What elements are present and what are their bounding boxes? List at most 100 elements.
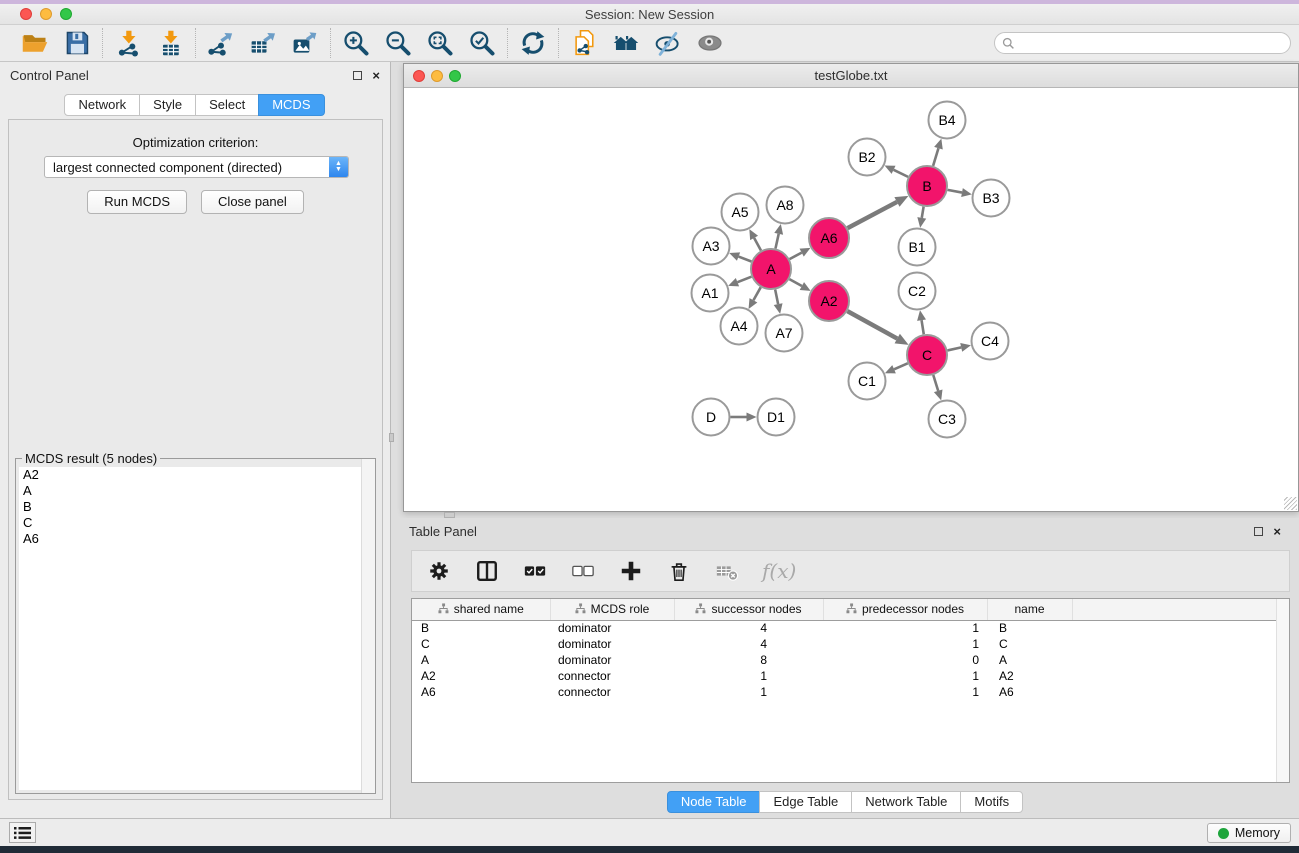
- column-header[interactable]: successor nodes: [674, 599, 823, 620]
- task-history-button[interactable]: [9, 822, 36, 843]
- graph-edge-C-C1[interactable]: [894, 363, 908, 369]
- mcds-result-item[interactable]: A2: [19, 467, 372, 483]
- table-row[interactable]: Adominator80A: [412, 652, 1289, 668]
- table-row[interactable]: A2connector11A2: [412, 668, 1289, 684]
- close-panel-icon[interactable]: ×: [372, 71, 380, 80]
- save-session-icon[interactable]: [62, 28, 92, 58]
- mcds-result-item[interactable]: A6: [19, 531, 372, 547]
- graph-edge-A-A7[interactable]: [775, 290, 778, 305]
- run-mcds-button[interactable]: Run MCDS: [87, 190, 187, 214]
- mcds-result-list[interactable]: A2ABCA6: [19, 467, 372, 790]
- mcds-result-item[interactable]: C: [19, 515, 372, 531]
- table-cell: 4: [674, 620, 823, 636]
- open-file-icon[interactable]: [20, 28, 50, 58]
- column-header[interactable]: MCDS role: [550, 599, 674, 620]
- mcds-result-groupbox: MCDS result (5 nodes) A2ABCA6: [15, 458, 376, 794]
- export-image-icon[interactable]: [290, 28, 320, 58]
- table-cell: 1: [823, 620, 987, 636]
- search-input[interactable]: [1015, 34, 1290, 52]
- graph-edge-B-B3[interactable]: [948, 190, 962, 193]
- mcds-result-scrollbar[interactable]: [361, 459, 375, 793]
- tab-network[interactable]: Network: [64, 94, 140, 116]
- tab-node-table[interactable]: Node Table: [667, 791, 761, 813]
- graph-node-label: A4: [730, 318, 747, 334]
- graph-edge-C-C2[interactable]: [922, 320, 924, 334]
- tab-network-table[interactable]: Network Table: [851, 791, 961, 813]
- refresh-icon[interactable]: [518, 28, 548, 58]
- export-network-icon[interactable]: [206, 28, 236, 58]
- table-toolbar: f(x): [411, 550, 1290, 592]
- function-builder-icon[interactable]: f(x): [762, 559, 796, 583]
- network-window-title: testGlobe.txt: [404, 68, 1298, 83]
- mcds-result-item[interactable]: B: [19, 499, 372, 515]
- tab-style[interactable]: Style: [139, 94, 196, 116]
- network-window-titlebar[interactable]: testGlobe.txt: [404, 64, 1298, 88]
- graph-edge-A-A8[interactable]: [775, 234, 778, 249]
- graph-node-label: D: [706, 409, 716, 425]
- close-panel-button[interactable]: Close panel: [201, 190, 304, 214]
- column-header-label: predecessor nodes: [862, 602, 964, 616]
- table-cell: A: [412, 652, 550, 668]
- show-graphics-details-icon[interactable]: [695, 28, 725, 58]
- zoom-in-icon[interactable]: [341, 28, 371, 58]
- float-table-panel-icon[interactable]: [1254, 527, 1263, 536]
- home-icon[interactable]: [611, 28, 641, 58]
- zoom-out-icon[interactable]: [383, 28, 413, 58]
- graph-edge-A-A5[interactable]: [754, 238, 761, 251]
- search-field[interactable]: [994, 32, 1291, 54]
- graph-edge-A-A4[interactable]: [753, 287, 760, 300]
- graph-edge-A-A1[interactable]: [737, 277, 751, 283]
- hide-details-icon[interactable]: [653, 28, 683, 58]
- graph-edge-B-B1[interactable]: [922, 207, 924, 218]
- graph-edge-A-A3[interactable]: [739, 257, 752, 262]
- node-table-header-row: shared nameMCDS rolesuccessor nodes prede…: [412, 599, 1289, 620]
- split-panel-icon[interactable]: [474, 558, 500, 584]
- column-header[interactable]: shared name: [412, 599, 550, 620]
- add-column-icon[interactable]: [618, 558, 644, 584]
- table-row[interactable]: Bdominator41B: [412, 620, 1289, 636]
- deselect-all-icon[interactable]: [570, 558, 596, 584]
- tab-select[interactable]: Select: [195, 94, 259, 116]
- panel-divider-grip[interactable]: [389, 433, 394, 442]
- import-network-icon[interactable]: [113, 28, 143, 58]
- tab-motifs[interactable]: Motifs: [960, 791, 1023, 813]
- delete-column-icon[interactable]: [666, 558, 692, 584]
- table-row[interactable]: Cdominator41C: [412, 636, 1289, 652]
- delete-table-icon[interactable]: [714, 558, 740, 584]
- table-cell: A2: [987, 668, 1072, 684]
- zoom-selected-icon[interactable]: [467, 28, 497, 58]
- column-header[interactable]: name: [987, 599, 1072, 620]
- main-area: Control Panel × Network Style Select MCD…: [0, 62, 1299, 818]
- optimization-criterion-select[interactable]: largest connected component (directed) ▲…: [44, 156, 349, 178]
- open-session-file-icon[interactable]: [569, 28, 599, 58]
- graph-edge-B-B4[interactable]: [933, 148, 938, 166]
- network-canvas[interactable]: B4B2BB3A5A8A6A3B1AA1C2A2A4A7C4CC1C3DD1: [404, 88, 1298, 511]
- zoom-fit-icon[interactable]: [425, 28, 455, 58]
- select-all-icon[interactable]: [522, 558, 548, 584]
- graph-edge-B-B2[interactable]: [894, 170, 909, 177]
- graph-edge-A-A6[interactable]: [790, 253, 802, 259]
- table-scrollbar[interactable]: [1276, 599, 1289, 782]
- table-cell: connector: [550, 668, 674, 684]
- desktop-wallpaper-bottom: [0, 846, 1299, 853]
- import-table-icon[interactable]: [155, 28, 185, 58]
- tab-mcds[interactable]: MCDS: [258, 94, 324, 116]
- memory-button[interactable]: Memory: [1207, 823, 1291, 843]
- close-table-panel-icon[interactable]: ×: [1273, 527, 1281, 536]
- graph-edge-A2-C[interactable]: [847, 311, 897, 338]
- attribute-type-icon: [695, 603, 706, 614]
- status-bar: Memory: [0, 818, 1299, 846]
- graph-edge-C-C3[interactable]: [933, 375, 938, 391]
- mcds-result-item[interactable]: A: [19, 483, 372, 499]
- graph-edge-C-C4[interactable]: [947, 347, 961, 350]
- graph-edge-A-A2[interactable]: [789, 279, 801, 286]
- float-panel-icon[interactable]: [353, 71, 362, 80]
- graph-edge-A6-B[interactable]: [848, 202, 897, 228]
- table-row[interactable]: A6connector11A6: [412, 684, 1289, 700]
- export-table-icon[interactable]: [248, 28, 278, 58]
- window-resize-grip[interactable]: [1284, 497, 1297, 510]
- tab-edge-table[interactable]: Edge Table: [759, 791, 852, 813]
- settings-gear-icon[interactable]: [426, 558, 452, 584]
- table-cell: 1: [674, 684, 823, 700]
- column-header[interactable]: predecessor nodes: [823, 599, 987, 620]
